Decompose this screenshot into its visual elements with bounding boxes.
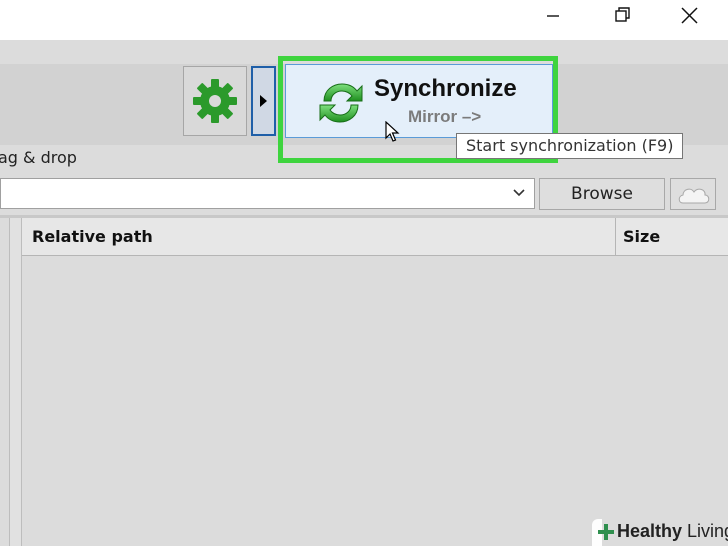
browse-button[interactable]: Browse — [539, 178, 665, 210]
cloud-button[interactable] — [670, 178, 716, 210]
mouse-cursor-icon — [385, 121, 400, 142]
title-bar — [0, 0, 728, 40]
minimize-button[interactable] — [530, 0, 576, 34]
triangle-right-icon — [260, 95, 267, 107]
gear-icon — [193, 79, 237, 123]
sync-tooltip: Start synchronization (F9) — [456, 133, 684, 159]
file-grid[interactable] — [22, 218, 728, 546]
sync-arrows-icon — [319, 83, 363, 123]
sync-variant-label: Mirror –> — [408, 107, 482, 126]
column-header-size[interactable]: Size — [623, 218, 660, 255]
plus-logo-icon — [598, 524, 614, 540]
chevron-down-icon[interactable] — [512, 188, 526, 198]
settings-button[interactable] — [183, 66, 247, 136]
watermark-brand-rest: Living — [687, 521, 728, 541]
restore-button[interactable] — [599, 0, 645, 34]
drag-drop-label: ag & drop — [0, 148, 77, 167]
column-separator[interactable] — [615, 218, 616, 255]
folder-path-input[interactable] — [0, 178, 535, 209]
column-header-relative-path[interactable]: Relative path — [32, 218, 153, 255]
synchronize-button[interactable]: Synchronize Mirror –> — [285, 64, 553, 138]
synchronize-label: Synchronize — [374, 75, 517, 102]
watermark-brand-bold: Healthy — [617, 521, 683, 541]
watermark-text: Healthy Living — [617, 521, 728, 542]
close-icon — [681, 7, 698, 24]
vertical-splitter[interactable] — [9, 218, 22, 546]
watermark: Healthy Living — [592, 519, 728, 546]
expand-config-button[interactable] — [251, 66, 276, 136]
minimize-icon — [547, 15, 559, 17]
cloud-icon — [678, 188, 710, 204]
close-button[interactable] — [666, 0, 712, 34]
grid-header: Relative path Size — [22, 218, 728, 256]
restore-icon — [615, 7, 630, 22]
